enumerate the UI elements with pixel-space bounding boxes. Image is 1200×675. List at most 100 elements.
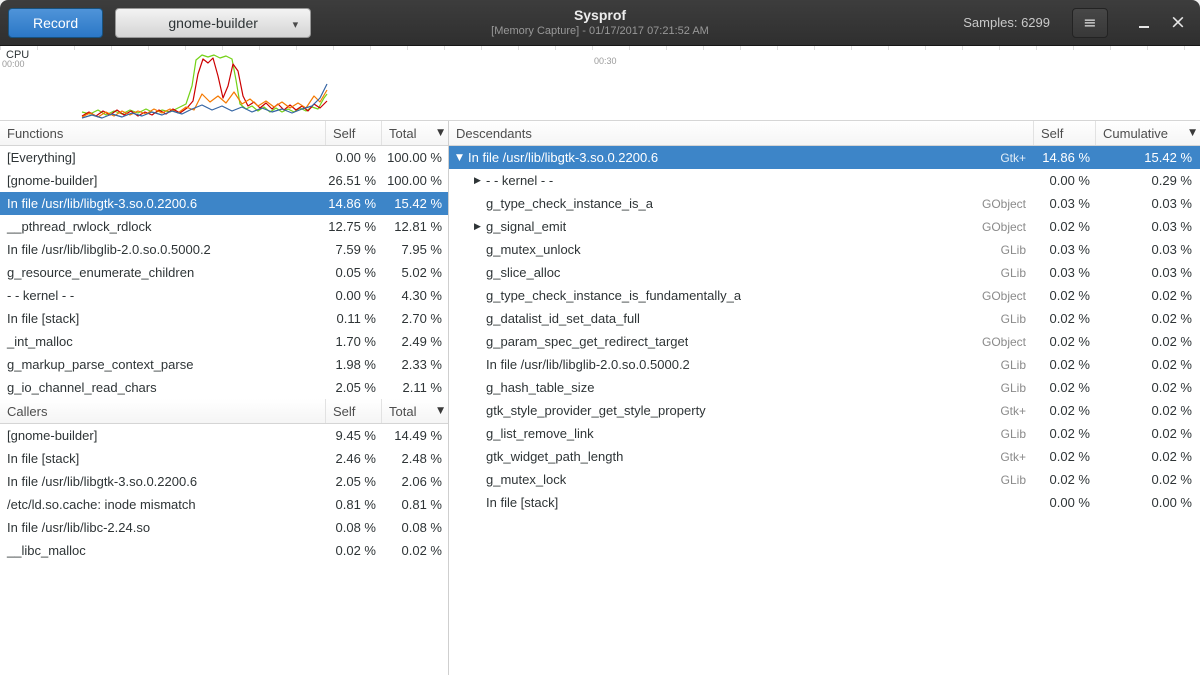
cumulative-percent: 0.03 % [1096,242,1200,257]
close-button[interactable]: × [1164,9,1192,37]
minimize-button[interactable] [1130,9,1158,37]
minimize-icon [1139,26,1149,28]
tree-row[interactable]: g_mutex_unlockGLib0.03 %0.03 % [449,238,1200,261]
function-name: In file [stack] [0,451,326,466]
self-percent: 0.00 % [1034,495,1096,510]
function-name: - - kernel - - [484,173,553,188]
tree-row[interactable]: ▶g_signal_emitGObject0.02 %0.03 % [449,215,1200,238]
tree-row[interactable]: In file [stack]0.00 %0.00 % [449,491,1200,514]
tree-row[interactable]: g_slice_allocGLib0.03 %0.03 % [449,261,1200,284]
table-row[interactable]: g_resource_enumerate_children0.05 %5.02 … [0,261,448,284]
library-badge: GLib [1001,473,1026,487]
function-name: In file [stack] [484,495,558,510]
library-badge: Gtk+ [1000,404,1026,418]
process-selector[interactable]: gnome-builder ▾ [115,8,311,38]
column-callers-total[interactable]: Total ▼ [382,399,448,423]
function-name: [gnome-builder] [0,173,326,188]
cumulative-percent: 0.02 % [1096,426,1200,441]
table-row[interactable]: In file /usr/lib/libc-2.24.so0.08 %0.08 … [0,516,448,539]
self-percent: 0.02 % [1034,449,1096,464]
function-name: In file /usr/lib/libgtk-3.so.0.2200.6 [0,474,326,489]
self-percent: 1.98 % [326,357,382,372]
sysprof-window: Record gnome-builder ▾ Sysprof [Memory C… [0,0,1200,675]
table-row[interactable]: In file [stack]0.11 %2.70 % [0,307,448,330]
function-name: [Everything] [0,150,326,165]
tree-row[interactable]: gtk_widget_path_lengthGtk+0.02 %0.02 % [449,445,1200,468]
tree-row[interactable]: g_param_spec_get_redirect_targetGObject0… [449,330,1200,353]
tree-row[interactable]: gtk_style_provider_get_style_propertyGtk… [449,399,1200,422]
function-name: g_param_spec_get_redirect_target [484,334,688,349]
sort-indicator-icon: ▼ [437,128,444,138]
process-selector-label: gnome-builder [168,15,258,31]
table-row[interactable]: __pthread_rwlock_rdlock12.75 %12.81 % [0,215,448,238]
self-percent: 2.05 % [326,474,382,489]
table-row[interactable]: g_markup_parse_context_parse1.98 %2.33 % [0,353,448,376]
table-row[interactable]: In file /usr/lib/libglib-2.0.so.0.5000.2… [0,238,448,261]
cpu-graph-panel[interactable]: CPU 00:00 00:30 [0,46,1200,121]
function-name: __libc_malloc [0,543,326,558]
function-name: In file [stack] [0,311,326,326]
column-callers[interactable]: Callers [0,399,326,423]
column-descendants-cumulative[interactable]: Cumulative ▼ [1096,121,1200,145]
table-row[interactable]: - - kernel - -0.00 %4.30 % [0,284,448,307]
column-functions-self[interactable]: Self [326,121,382,145]
function-name: g_io_channel_read_chars [0,380,326,395]
tree-row[interactable]: g_list_remove_linkGLib0.02 %0.02 % [449,422,1200,445]
menu-button[interactable]: ≡ [1072,8,1108,38]
self-percent: 0.03 % [1034,196,1096,211]
tree-row[interactable]: g_type_check_instance_is_aGObject0.03 %0… [449,192,1200,215]
function-name: g_mutex_lock [484,472,566,487]
self-percent: 0.00 % [1034,173,1096,188]
column-functions[interactable]: Functions [0,121,326,145]
total-percent: 5.02 % [382,265,448,280]
function-name: - - kernel - - [0,288,326,303]
table-row[interactable]: In file /usr/lib/libgtk-3.so.0.2200.614.… [0,192,448,215]
column-callers-self[interactable]: Self [326,399,382,423]
tree-row[interactable]: In file /usr/lib/libglib-2.0.so.0.5000.2… [449,353,1200,376]
function-name: gtk_widget_path_length [484,449,623,464]
table-row[interactable]: [gnome-builder]26.51 %100.00 % [0,169,448,192]
table-row[interactable]: /etc/ld.so.cache: inode mismatch0.81 %0.… [0,493,448,516]
column-descendants-cumulative-label: Cumulative [1103,126,1168,141]
function-name: [gnome-builder] [0,428,326,443]
self-percent: 0.02 % [326,543,382,558]
self-percent: 9.45 % [326,428,382,443]
tree-row[interactable]: g_type_check_instance_is_fundamentally_a… [449,284,1200,307]
table-row[interactable]: __libc_malloc0.02 %0.02 % [0,539,448,562]
tree-row[interactable]: g_mutex_lockGLib0.02 %0.02 % [449,468,1200,491]
tree-row[interactable]: ▼In file /usr/lib/libgtk-3.so.0.2200.6Gt… [449,146,1200,169]
total-percent: 2.33 % [382,357,448,372]
table-row[interactable]: In file /usr/lib/libgtk-3.so.0.2200.62.0… [0,470,448,493]
function-name: g_type_check_instance_is_fundamentally_a [484,288,741,303]
tree-row[interactable]: ▶- - kernel - -0.00 %0.29 % [449,169,1200,192]
expand-icon[interactable]: ▶ [471,176,484,186]
self-percent: 7.59 % [326,242,382,257]
self-percent: 0.02 % [1034,403,1096,418]
library-badge: GLib [1001,381,1026,395]
library-badge: GLib [1001,312,1026,326]
table-row[interactable]: g_io_channel_read_chars2.05 %2.11 % [0,376,448,399]
expand-icon[interactable]: ▶ [471,222,484,232]
record-button[interactable]: Record [8,8,103,38]
tree-row[interactable]: g_datalist_id_set_data_fullGLib0.02 %0.0… [449,307,1200,330]
column-descendants-self[interactable]: Self [1034,121,1096,145]
table-row[interactable]: _int_malloc1.70 %2.49 % [0,330,448,353]
table-row[interactable]: [gnome-builder]9.45 %14.49 % [0,424,448,447]
descendants-table-header: Descendants Self Cumulative ▼ [449,121,1200,146]
self-percent: 0.05 % [326,265,382,280]
self-percent: 0.00 % [326,150,382,165]
self-percent: 0.02 % [1034,219,1096,234]
hamburger-icon: ≡ [1083,13,1096,32]
table-row[interactable]: In file [stack]2.46 %2.48 % [0,447,448,470]
cumulative-percent: 0.03 % [1096,265,1200,280]
tree-row[interactable]: g_hash_table_sizeGLib0.02 %0.02 % [449,376,1200,399]
cumulative-percent: 0.02 % [1096,288,1200,303]
function-name: g_mutex_unlock [484,242,581,257]
table-row[interactable]: [Everything]0.00 %100.00 % [0,146,448,169]
collapse-icon[interactable]: ▼ [453,153,466,163]
sort-indicator-icon: ▼ [1189,128,1196,138]
sort-indicator-icon: ▼ [437,406,444,416]
column-descendants[interactable]: Descendants [449,121,1034,145]
total-percent: 2.06 % [382,474,448,489]
column-functions-total[interactable]: Total ▼ [382,121,448,145]
